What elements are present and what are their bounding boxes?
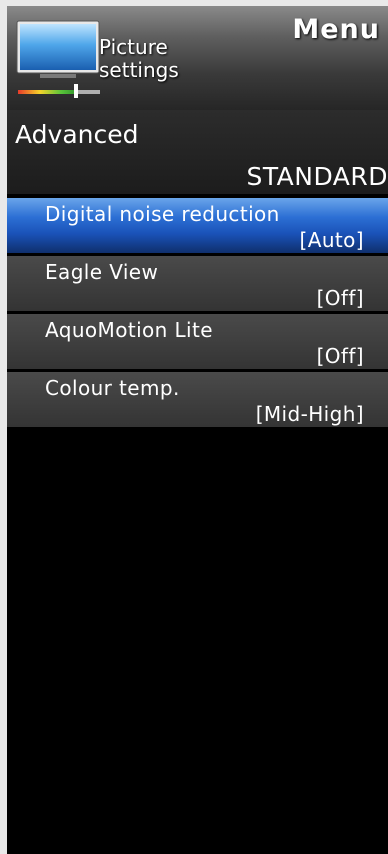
menu-item-value: [Auto] bbox=[299, 228, 364, 252]
menu-item-value: [Off] bbox=[316, 344, 364, 368]
menu-item-value: [Mid-High] bbox=[255, 402, 364, 426]
menu-item-value: [Off] bbox=[316, 286, 364, 310]
menu-item-list: Digital noise reduction [Auto] Eagle Vie… bbox=[7, 198, 388, 430]
menu-item-label: Digital noise reduction bbox=[45, 202, 280, 226]
section-label: Picture settings bbox=[99, 36, 179, 82]
tv-picture-icon bbox=[16, 20, 100, 98]
section-label-line1: Picture bbox=[99, 35, 168, 59]
menu-item-digital-noise-reduction[interactable]: Digital noise reduction [Auto] bbox=[7, 198, 388, 253]
menu-item-eagle-view[interactable]: Eagle View [Off] bbox=[7, 256, 388, 311]
submenu-title: Advanced bbox=[15, 120, 139, 149]
submenu-header: Advanced STANDARD bbox=[7, 110, 388, 194]
menu-item-label: AquoMotion Lite bbox=[45, 318, 213, 342]
menu-item-colour-temp[interactable]: Colour temp. [Mid-High] bbox=[7, 372, 388, 427]
section-label-line2: settings bbox=[99, 58, 179, 82]
menu-item-aquomotion-lite[interactable]: AquoMotion Lite [Off] bbox=[7, 314, 388, 369]
menu-item-label: Eagle View bbox=[45, 260, 159, 284]
menu-title: Menu bbox=[292, 14, 380, 45]
menu-panel: Picture settings Menu Advanced STANDARD … bbox=[7, 6, 388, 854]
menu-header: Picture settings Menu bbox=[7, 6, 388, 110]
menu-item-label: Colour temp. bbox=[45, 376, 180, 400]
picture-mode-label: STANDARD bbox=[246, 162, 388, 191]
